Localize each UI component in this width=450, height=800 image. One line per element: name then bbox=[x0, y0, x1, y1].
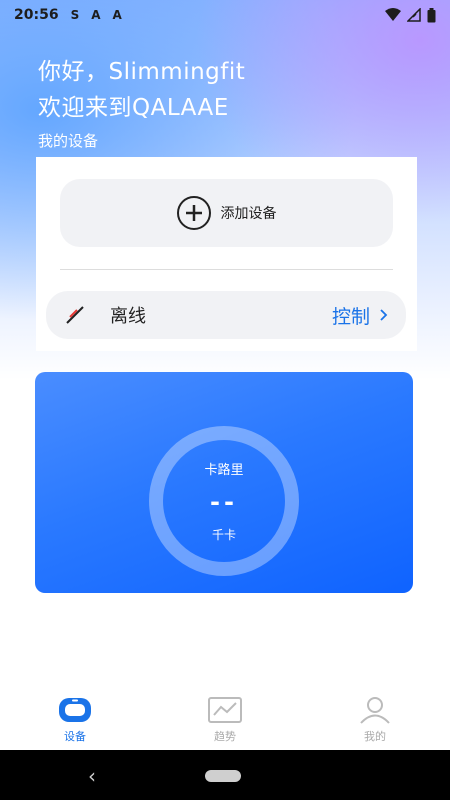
calorie-ring: 卡路里 -- 千卡 bbox=[149, 426, 299, 576]
status-time: 20:56 bbox=[14, 7, 59, 23]
nav-tab-devices[interactable]: 设备 bbox=[20, 696, 130, 744]
nav-tab-trends[interactable]: 趋势 bbox=[170, 696, 280, 744]
system-navigation-bar: ‹ bbox=[0, 750, 450, 800]
greeting-title: 你好，Slimmingfit bbox=[38, 59, 246, 85]
offline-status-label: 离线 bbox=[110, 306, 146, 327]
disconnected-icon bbox=[66, 306, 84, 324]
my-devices-heading: 我的设备 bbox=[38, 132, 99, 150]
device-status-row[interactable]: 离线 控制 bbox=[46, 291, 406, 339]
battery-icon bbox=[427, 7, 436, 22]
welcome-title: 欢迎来到QALAAE bbox=[38, 95, 229, 121]
control-label: 控制 bbox=[331, 305, 370, 328]
nav-label-trends: 趋势 bbox=[214, 730, 236, 743]
user-icon bbox=[360, 697, 390, 724]
chevron-right-icon bbox=[380, 309, 388, 321]
calorie-value: -- bbox=[210, 488, 238, 516]
device-icon bbox=[59, 698, 91, 722]
divider bbox=[60, 269, 393, 270]
nav-label-profile: 我的 bbox=[364, 730, 386, 743]
notification-icons: S A A bbox=[71, 8, 122, 22]
nav-label-devices: 设备 bbox=[64, 730, 86, 743]
system-status-icons bbox=[385, 7, 436, 23]
device-panel: 添加设备 离线 控制 bbox=[36, 157, 417, 351]
calorie-card: 卡路里 -- 千卡 bbox=[35, 372, 413, 593]
add-device-button[interactable]: 添加设备 bbox=[60, 179, 393, 247]
wifi-icon bbox=[385, 8, 401, 21]
back-chevron-icon[interactable]: ‹ bbox=[88, 764, 96, 788]
trend-chart-icon bbox=[208, 697, 242, 723]
notification-icon-a: A bbox=[91, 8, 101, 22]
signal-icon bbox=[407, 8, 421, 22]
calorie-unit: 千卡 bbox=[211, 528, 236, 542]
home-pill[interactable] bbox=[205, 770, 241, 782]
control-button[interactable]: 控制 bbox=[332, 302, 388, 329]
add-device-label: 添加设备 bbox=[220, 206, 277, 222]
notification-icon-s: S bbox=[70, 8, 80, 22]
add-circle-icon bbox=[176, 196, 211, 230]
status-bar: 20:56 S A A bbox=[0, 0, 450, 30]
nav-tab-profile[interactable]: 我的 bbox=[320, 696, 430, 744]
notification-icon-a: A bbox=[112, 8, 122, 22]
bottom-nav: 设备 趋势 我的 bbox=[0, 696, 450, 750]
calorie-title: 卡路里 bbox=[204, 463, 244, 478]
